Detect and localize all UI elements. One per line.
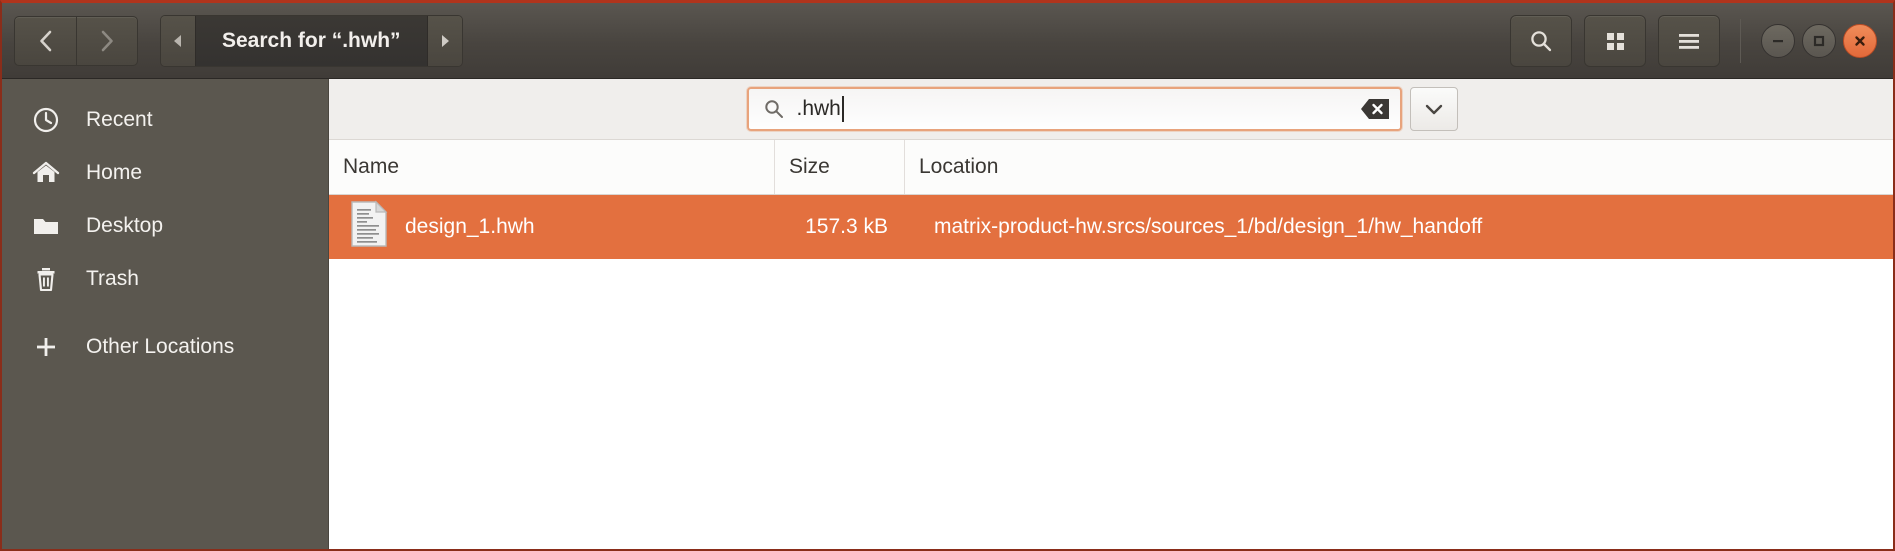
back-button[interactable]: [14, 15, 76, 66]
search-options-dropdown-button[interactable]: [1409, 87, 1458, 131]
folder-icon: [18, 211, 74, 241]
sidebar-item-trash[interactable]: Trash: [2, 252, 328, 305]
file-name-label: design_1.hwh: [405, 215, 535, 238]
sidebar-item-label: Other Locations: [86, 334, 235, 358]
breadcrumb[interactable]: Search for “.hwh”: [195, 15, 428, 66]
search-controls: .hwh: [746, 87, 1458, 131]
sidebar-item-label: Home: [86, 160, 143, 184]
search-bar: .hwh: [329, 79, 1893, 140]
forward-button[interactable]: [76, 15, 138, 66]
file-name-cell: design_1.hwh: [329, 200, 774, 254]
header-bar: Search for “.hwh”: [2, 3, 1893, 79]
chevron-down-icon: [1425, 104, 1442, 115]
clear-backspace-icon: [1360, 99, 1389, 119]
home-icon: [18, 158, 74, 188]
sidebar-item-label: Trash: [86, 266, 139, 290]
document-file-icon: [349, 200, 389, 254]
search-query-text: .hwh: [796, 97, 841, 120]
hamburger-menu-icon: [1679, 33, 1699, 49]
navigation-buttons: [14, 15, 138, 66]
file-manager-window: Search for “.hwh” Recent Home Desktop Tr…: [0, 0, 1895, 551]
main-menu-button[interactable]: [1658, 14, 1720, 67]
file-list-empty-space: [329, 259, 1893, 549]
sidebar-item-home[interactable]: Home: [2, 146, 328, 199]
search-input[interactable]: .hwh: [746, 87, 1402, 131]
path-scroll-right-button[interactable]: [427, 15, 462, 66]
triangle-right-icon: [441, 34, 449, 47]
window-controls: [1761, 23, 1881, 58]
table-row[interactable]: design_1.hwh 157.3 kB matrix-product-hw.…: [329, 195, 1893, 259]
grid-view-icon: [1607, 32, 1624, 50]
search-icon: [1531, 30, 1552, 51]
path-scroll-left-button[interactable]: [161, 15, 195, 66]
clock-icon: [18, 105, 74, 135]
search-input-value: .hwh: [797, 96, 1360, 122]
file-list-header: Name Size Location: [329, 140, 1893, 195]
plus-icon: [18, 332, 74, 362]
sidebar-item-other-locations[interactable]: Other Locations: [2, 320, 328, 373]
header-right-controls: [1510, 14, 1881, 67]
sidebar-item-desktop[interactable]: Desktop: [2, 199, 328, 252]
chevron-right-icon: [101, 30, 113, 51]
text-cursor: [841, 96, 844, 122]
content-area: .hwh Name Size Location design_1.hwh 157…: [329, 79, 1893, 549]
maximize-icon: [1813, 35, 1825, 46]
maximize-button[interactable]: [1802, 23, 1836, 58]
close-icon: [1855, 35, 1865, 46]
trash-icon: [18, 264, 74, 294]
column-header-name[interactable]: Name: [329, 140, 774, 194]
view-options-button[interactable]: [1584, 14, 1646, 67]
search-toggle-button[interactable]: [1510, 14, 1572, 67]
minimize-icon: [1773, 39, 1783, 42]
sidebar-item-label: Desktop: [86, 213, 164, 237]
sidebar: Recent Home Desktop Trash Other Location…: [2, 79, 329, 549]
close-button[interactable]: [1843, 23, 1877, 58]
path-bar: Search for “.hwh”: [160, 14, 463, 67]
minimize-button[interactable]: [1761, 23, 1795, 58]
triangle-left-icon: [174, 34, 181, 47]
window-body: Recent Home Desktop Trash Other Location…: [2, 79, 1893, 549]
file-location-cell: matrix-product-hw.srcs/sources_1/bd/desi…: [934, 215, 1483, 238]
clear-search-button[interactable]: [1360, 98, 1390, 120]
search-icon: [763, 98, 785, 120]
sidebar-item-label: Recent: [86, 107, 153, 131]
header-separator: [1740, 18, 1741, 63]
sidebar-item-recent[interactable]: Recent: [2, 93, 328, 146]
file-list: design_1.hwh 157.3 kB matrix-product-hw.…: [329, 195, 1893, 549]
column-header-size[interactable]: Size: [774, 140, 904, 194]
file-size-cell: 157.3 kB: [805, 215, 888, 238]
column-header-location[interactable]: Location: [904, 140, 1893, 194]
chevron-left-icon: [39, 30, 51, 51]
